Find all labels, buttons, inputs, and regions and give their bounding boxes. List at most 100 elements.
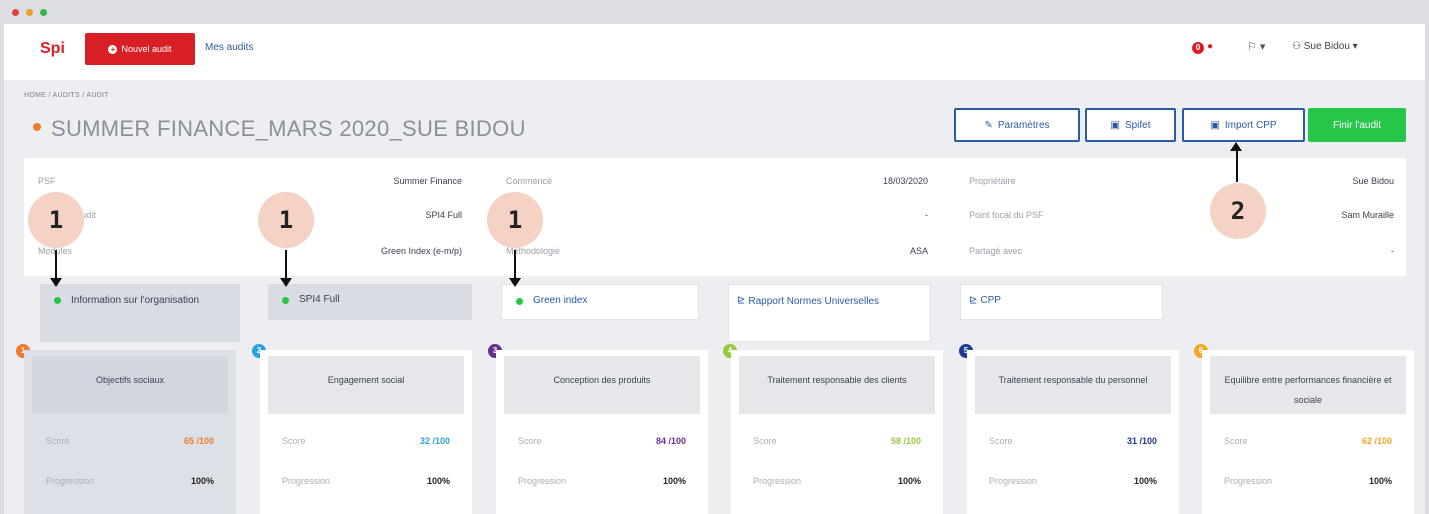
progression-row: Progression 100% [989, 476, 1157, 486]
dimension-title: Traitement responsable du personnel [975, 356, 1171, 414]
progression-row: Progression 100% [1224, 476, 1392, 486]
info-value: Sam Muraille [1341, 210, 1394, 220]
progression-label: Progression [989, 476, 1038, 486]
progression-row: Progression 100% [46, 476, 214, 486]
score-label: Score [518, 436, 542, 446]
score-row: Score 32 /100 [282, 436, 450, 446]
info-value: - [1391, 246, 1394, 256]
app-window: Spi + Nouvel audit Mes audits 0 ● ⚐ ▾ ⚇ … [4, 24, 1425, 514]
my-audits-link[interactable]: Mes audits [205, 42, 253, 53]
spifet-button[interactable]: ▣ Spifet [1085, 108, 1176, 142]
audit-info-panel: PSF Summer Finance Type de l'audit SPI4 … [24, 158, 1406, 276]
progression-value: 100% [662, 476, 686, 486]
progression-value: 100% [1133, 476, 1157, 486]
maximize-window-button[interactable] [40, 9, 47, 16]
score-label: Score [282, 436, 306, 446]
module-tab-cpp[interactable]: ⊵ CPP [960, 284, 1163, 320]
module-tab-label: Information sur l'organisation [71, 295, 200, 306]
bell-icon[interactable]: ● [1207, 41, 1213, 52]
score-label: Score [46, 436, 70, 446]
brand-logo[interactable]: Spi [40, 40, 65, 58]
info-label: PSF [38, 176, 56, 186]
import-cpp-button[interactable]: ▣ Import CPP [1182, 108, 1305, 142]
progression-label: Progression [753, 476, 802, 486]
module-tab-label: Rapport Normes Universelles [748, 296, 879, 307]
info-label: Point focal du PSF [969, 210, 1044, 220]
callout-badge: 1 [487, 192, 543, 248]
dimension-title: Objectifs sociaux [32, 356, 228, 414]
progression-label: Progression [282, 476, 331, 486]
chart-icon: ⊵ [737, 295, 746, 306]
status-dot [33, 123, 41, 131]
callout-badge: 1 [28, 192, 84, 248]
callout-badge: 1 [258, 192, 314, 248]
module-tab-label: CPP [980, 295, 1001, 306]
dimension-card[interactable]: Conception des produits Score 84 /100 Progr… [496, 350, 708, 514]
arrow-head-icon [50, 278, 62, 287]
score-label: Score [1224, 436, 1248, 446]
dimension-card[interactable]: Traitement responsable des clients Score 5… [731, 350, 943, 514]
arrow-head-icon [280, 278, 292, 287]
dimension-card[interactable]: Engagement social Score 32 /100 Progression… [260, 350, 472, 514]
user-menu[interactable]: ⚇ Sue Bidou ▾ [1292, 41, 1358, 52]
score-value: 84 /100 [655, 436, 686, 446]
progression-label: Progression [1224, 476, 1273, 486]
status-dot-icon [282, 297, 289, 304]
score-row: Score 65 /100 [46, 436, 214, 446]
module-tab-label: Green index [533, 295, 588, 306]
spifet-label: Spifet [1124, 119, 1151, 131]
progression-value: 100% [426, 476, 450, 486]
progression-label: Progression [518, 476, 567, 486]
info-value: 18/03/2020 [882, 176, 928, 186]
page-title: SUMMER FINANCE_MARS 2020_SUE BIDOU [51, 116, 526, 141]
dimension-card[interactable]: Objectifs sociaux Score 65 /100 Progression… [24, 350, 236, 514]
settings-button[interactable]: ✎ Paramètres [954, 108, 1080, 142]
score-row: Score 84 /100 [518, 436, 686, 446]
progression-row: Progression 100% [518, 476, 686, 486]
close-window-button[interactable] [12, 9, 19, 16]
progression-row: Progression 100% [282, 476, 450, 486]
dimension-title: Traitement responsable des clients [739, 356, 935, 414]
chevron-down-icon: ▾ [1259, 41, 1266, 53]
progression-row: Progression 100% [753, 476, 921, 486]
module-tab-green-index[interactable]: Green index [501, 284, 699, 320]
score-value: 65 /100 [183, 436, 214, 446]
user-icon: ⚇ [1292, 41, 1301, 52]
score-label: Score [989, 436, 1013, 446]
score-value: 62 /100 [1361, 436, 1392, 446]
new-audit-button[interactable]: + Nouvel audit [85, 33, 195, 65]
info-value: SPI4 Full [425, 210, 462, 220]
info-label: Propriétaire [969, 176, 1016, 186]
language-flag-icon[interactable]: ⚐ ▾ [1247, 40, 1265, 53]
dimension-title: Equilibre entre performances financière … [1210, 356, 1406, 414]
dimension-card[interactable]: Equilibre entre performances financière … [1202, 350, 1414, 514]
score-value: 58 /100 [890, 436, 921, 446]
notification-badge[interactable]: 0 [1192, 42, 1204, 54]
user-name: Sue Bidou ▾ [1303, 41, 1358, 52]
callout-arrow [1236, 150, 1238, 182]
info-value: - [925, 210, 928, 220]
progression-label: Progression [46, 476, 95, 486]
score-row: Score 58 /100 [753, 436, 921, 446]
module-tab-organisation[interactable]: Information sur l'organisation [40, 284, 240, 342]
module-tab-spi4-full[interactable]: SPI4 Full [268, 284, 472, 320]
screenshot-frame: Spi + Nouvel audit Mes audits 0 ● ⚐ ▾ ⚇ … [0, 0, 1429, 514]
module-tab-label: SPI4 Full [299, 294, 340, 305]
dimension-card[interactable]: Traitement responsable du personnel Score… [967, 350, 1179, 514]
settings-label: Paramètres [997, 119, 1050, 131]
dimension-title: Conception des produits [504, 356, 700, 414]
module-tab-universal-standards-report[interactable]: ⊵ Rapport Normes Universelles [728, 284, 931, 342]
file-icon: ▣ [1210, 119, 1220, 131]
status-dot-icon [54, 297, 61, 304]
dimension-title: Engagement social [268, 356, 464, 414]
info-value: Green Index (e-m/p) [380, 246, 462, 256]
score-row: Score 62 /100 [1224, 436, 1392, 446]
info-value: Sue Bidou [1352, 176, 1394, 186]
info-value: Summer Finance [393, 176, 462, 186]
progression-value: 100% [190, 476, 214, 486]
minimize-window-button[interactable] [26, 9, 33, 16]
plus-icon: + [108, 44, 118, 54]
top-navbar: Spi + Nouvel audit Mes audits 0 ● ⚐ ▾ ⚇ … [4, 24, 1425, 80]
finish-audit-button[interactable]: Finir l'audit [1308, 108, 1406, 142]
window-titlebar [0, 0, 1429, 24]
